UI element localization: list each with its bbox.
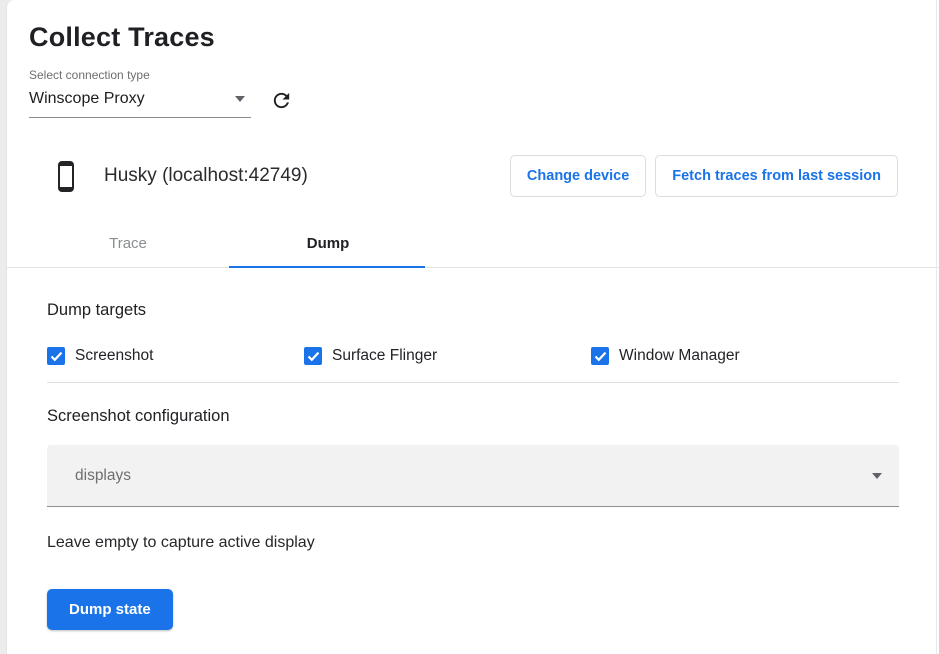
checkmark-icon [594,351,607,362]
collect-traces-card: Collect Traces Select connection type Wi… [6,0,939,654]
tab-dump-label: Dump [307,235,350,252]
page-title: Collect Traces [29,22,915,53]
checkbox-screenshot-label: Screenshot [75,347,153,365]
dump-targets-options: Screenshot Surface Flinger Window Manage… [47,347,899,365]
refresh-icon [270,100,293,115]
checkmark-icon [307,351,320,362]
displays-select-field[interactable]: displays [47,445,899,507]
checkbox-window-manager[interactable]: Window Manager [591,347,740,365]
change-device-button[interactable]: Change device [510,155,646,197]
dump-state-button[interactable]: Dump state [47,589,173,630]
tab-trace-label: Trace [109,235,147,252]
checkmark-icon [50,351,63,362]
chevron-down-icon [235,96,245,102]
active-tab-indicator [229,266,425,268]
dump-targets-heading: Dump targets [47,301,899,320]
connection-type-select[interactable]: Winscope Proxy [29,90,251,118]
connection-type-label: Select connection type [29,68,915,82]
checkbox-window-manager-label: Window Manager [619,347,740,365]
displays-helper-text: Leave empty to capture active display [47,534,899,552]
checkbox-screenshot[interactable]: Screenshot [47,347,304,365]
checkbox-surface-flinger-label: Surface Flinger [332,347,437,365]
smartphone-icon [58,161,74,192]
tab-dump[interactable]: Dump [228,220,428,267]
checkbox-surface-flinger[interactable]: Surface Flinger [304,347,591,365]
tab-trace[interactable]: Trace [28,220,228,267]
dropdown-arrow-icon [872,473,882,479]
fetch-traces-button[interactable]: Fetch traces from last session [655,155,898,197]
checkbox-checked-icon [304,347,322,365]
dump-targets-section: Dump targets Screenshot Surface Flinger … [7,301,939,365]
header: Collect Traces Select connection type Wi… [7,0,939,118]
section-divider [47,382,899,383]
refresh-connection-button[interactable] [270,89,293,112]
screenshot-config-heading: Screenshot configuration [47,407,899,426]
displays-field-value: displays [75,467,131,485]
device-name: Husky (localhost:42749) [104,165,308,187]
tab-bar: Trace Dump [7,220,939,268]
checkbox-checked-icon [591,347,609,365]
right-edge-line [936,0,937,654]
checkbox-checked-icon [47,347,65,365]
connection-select-row: Winscope Proxy [29,89,915,118]
screenshot-config-section: Screenshot configuration displays Leave … [7,407,939,630]
connection-type-value: Winscope Proxy [29,90,145,108]
device-actions: Change device Fetch traces from last ses… [510,155,898,197]
device-row: Husky (localhost:42749) Change device Fe… [58,152,898,200]
